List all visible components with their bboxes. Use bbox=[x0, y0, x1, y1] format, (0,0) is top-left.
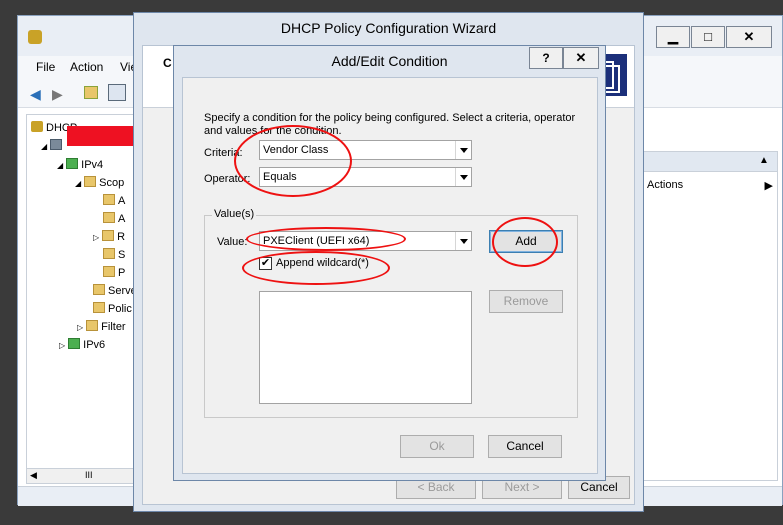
show-hide-tree-icon[interactable] bbox=[108, 84, 126, 101]
instructions-line-2: and values for the condition. bbox=[204, 125, 342, 137]
tree-label: S bbox=[118, 249, 126, 261]
dropdown-arrow-icon[interactable] bbox=[455, 232, 471, 250]
trophy-icon bbox=[31, 121, 43, 132]
tree-item-scope[interactable]: ◢ Scop bbox=[75, 176, 124, 189]
tree-item-server-options[interactable]: Serve bbox=[93, 284, 137, 297]
tree-item-address-leases[interactable]: A bbox=[103, 212, 125, 225]
tree-item-policies[interactable]: P bbox=[103, 266, 125, 279]
criteria-value: Vendor Class bbox=[263, 144, 329, 156]
tree-item-server[interactable]: ◢ bbox=[41, 139, 65, 152]
dropdown-arrow-icon[interactable] bbox=[455, 168, 471, 186]
scroll-thumb-grip[interactable]: III bbox=[85, 470, 93, 480]
menu-file[interactable]: File bbox=[36, 60, 55, 74]
value-label: Value: bbox=[217, 236, 248, 248]
tree-label: Filter bbox=[101, 321, 126, 333]
tree-label: R bbox=[117, 231, 126, 243]
dropdown-arrow-icon[interactable] bbox=[455, 141, 471, 159]
tree-label: IPv4 bbox=[81, 159, 104, 171]
value-combobox[interactable]: PXEClient (UEFI x64) bbox=[259, 231, 472, 251]
expand-arrow-icon[interactable]: ◢ bbox=[41, 142, 47, 151]
folder-icon bbox=[102, 230, 115, 241]
filter-icon bbox=[86, 320, 99, 331]
tree-label: A bbox=[118, 195, 126, 207]
folder-icon bbox=[93, 284, 105, 295]
tree-item-ipv4[interactable]: ◢ IPv4 bbox=[57, 158, 103, 171]
back-arrow-icon[interactable]: ◀ bbox=[30, 86, 41, 103]
values-listbox[interactable] bbox=[259, 291, 472, 404]
remove-button[interactable]: Remove bbox=[489, 290, 563, 313]
ipv6-icon bbox=[68, 338, 81, 349]
actions-header: ▲ bbox=[641, 152, 777, 172]
append-wildcard-checkbox[interactable]: ✔ bbox=[259, 257, 272, 270]
tree-label: A bbox=[118, 213, 126, 225]
menu-action[interactable]: Action bbox=[70, 60, 103, 74]
clock-folder-icon bbox=[103, 212, 115, 223]
dhcp-app-icon bbox=[28, 30, 42, 44]
expand-arrow-icon[interactable]: ◢ bbox=[57, 161, 63, 170]
tree-label: Polic bbox=[108, 303, 132, 315]
folder-icon bbox=[84, 176, 97, 187]
tree-label: P bbox=[118, 267, 126, 279]
dialog-close-button[interactable]: ✕ bbox=[563, 47, 599, 69]
operator-dropdown[interactable]: Equals bbox=[259, 167, 472, 187]
collapse-arrow-icon[interactable]: ▷ bbox=[59, 341, 65, 350]
tree-item-scope-options[interactable]: S bbox=[103, 248, 125, 261]
tree-item-filters[interactable]: ▷ Filter bbox=[77, 320, 126, 333]
folder-icon bbox=[93, 302, 105, 313]
actions-item-label: Actions bbox=[647, 179, 684, 191]
collapse-arrow-icon[interactable]: ▷ bbox=[77, 323, 83, 332]
tree-item-ipv6[interactable]: ▷ IPv6 bbox=[59, 338, 105, 351]
operator-label: Operator: bbox=[204, 173, 251, 185]
tree-label: Scop bbox=[99, 177, 125, 189]
submenu-arrow-icon: ▶ bbox=[764, 180, 773, 192]
actions-collapse-icon[interactable]: ▲ bbox=[759, 155, 769, 166]
forward-arrow-icon[interactable]: ▶ bbox=[52, 86, 63, 103]
tree-label: IPv6 bbox=[83, 339, 106, 351]
add-button[interactable]: Add bbox=[489, 230, 563, 253]
wizard-title: DHCP Policy Configuration Wizard bbox=[280, 20, 497, 36]
tree-item-policies-root[interactable]: Polic bbox=[93, 302, 132, 315]
append-wildcard-label[interactable]: Append wildcard(*) bbox=[276, 257, 369, 269]
close-button[interactable]: ✕ bbox=[726, 26, 772, 48]
server-icon bbox=[50, 139, 63, 150]
scroll-left-icon[interactable]: ◀ bbox=[30, 470, 37, 481]
tree-item-address-pool[interactable]: A bbox=[103, 194, 125, 207]
up-folder-icon[interactable] bbox=[84, 86, 98, 99]
folder-icon bbox=[103, 194, 115, 205]
cancel-button[interactable]: Cancel bbox=[488, 435, 562, 458]
help-button[interactable]: ? bbox=[529, 47, 563, 69]
instructions-line-1: Specify a condition for the policy being… bbox=[204, 112, 576, 124]
criteria-label: Criteria: bbox=[204, 147, 243, 159]
operator-value: Equals bbox=[263, 171, 297, 183]
value-text: PXEClient (UEFI x64) bbox=[263, 235, 370, 247]
criteria-dropdown[interactable]: Vendor Class bbox=[259, 140, 472, 160]
wizard-header-title: C bbox=[163, 56, 172, 70]
minimize-button[interactable]: ▁ bbox=[656, 26, 690, 48]
folder-icon bbox=[103, 248, 115, 259]
values-group-label: Value(s) bbox=[212, 208, 257, 220]
collapse-arrow-icon[interactable]: ▷ bbox=[93, 233, 99, 242]
expand-arrow-icon[interactable]: ◢ bbox=[75, 179, 81, 188]
tree-item-reservations[interactable]: ▷ R bbox=[93, 230, 125, 243]
maximize-button[interactable]: □ bbox=[691, 26, 725, 48]
actions-item[interactable]: Actions ▶ bbox=[647, 179, 773, 192]
add-edit-condition-dialog: Add/Edit Condition ? ✕ Specify a conditi… bbox=[173, 45, 606, 481]
folder-icon bbox=[103, 266, 115, 277]
actions-pane: ▲ Actions ▶ bbox=[640, 151, 778, 481]
ok-button[interactable]: Ok bbox=[400, 435, 474, 458]
ipv4-icon bbox=[66, 158, 79, 169]
edge-text: ·2 bbox=[758, 384, 776, 406]
dialog-body: Specify a condition for the policy being… bbox=[182, 77, 598, 474]
